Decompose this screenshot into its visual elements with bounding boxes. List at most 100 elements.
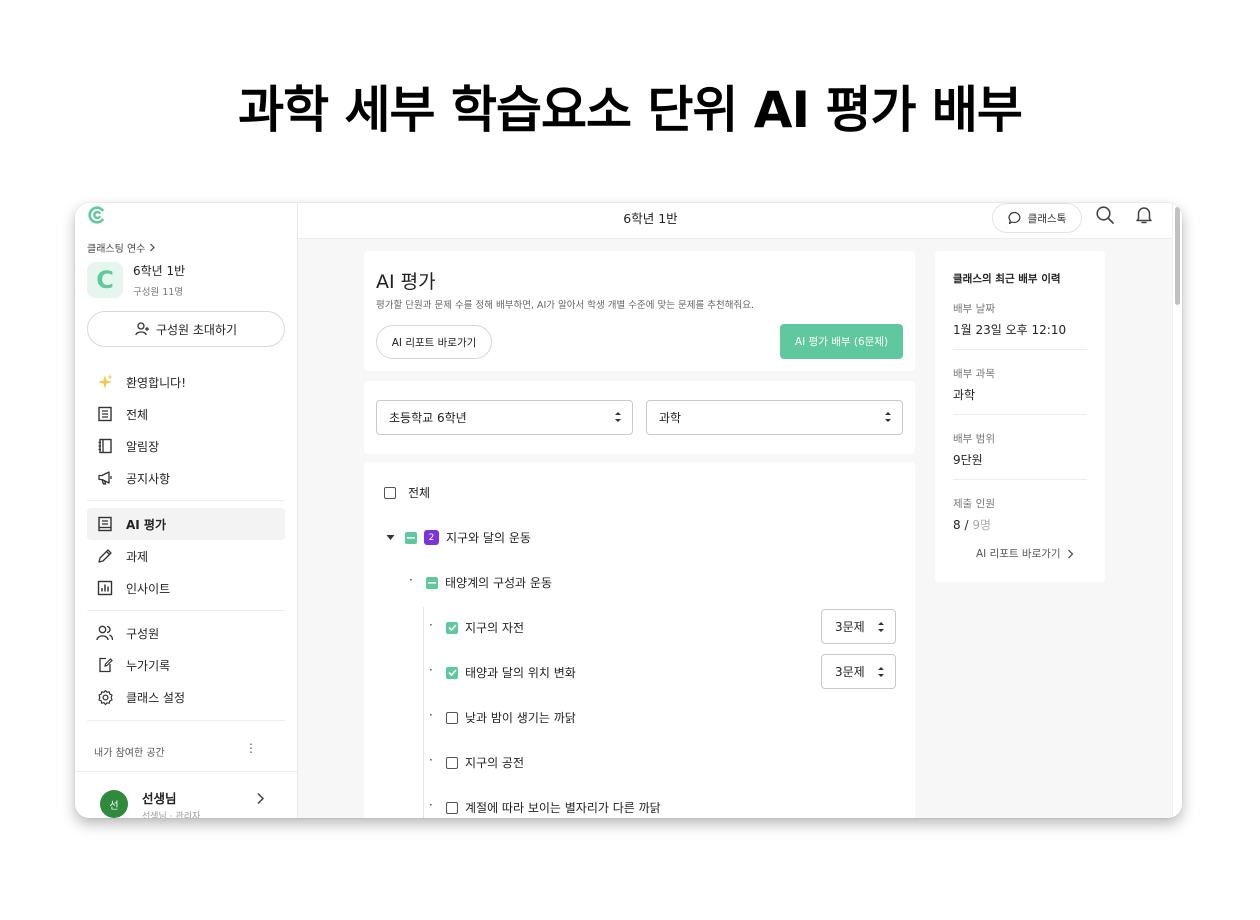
user-profile-row[interactable]: 선 선생님 선생님 · 관리자 (75, 771, 297, 818)
tree-bullet: · (429, 618, 433, 632)
recent-deploy-history-card: 클래스의 최근 배부 이력 배부 날짜 1월 23일 오후 12:10 배부 과… (935, 251, 1105, 582)
topbar: 6학년 1반 클래스톡 (298, 203, 1182, 239)
history-submit-label: 제출 인원 (953, 498, 995, 510)
history-date-label: 배부 날짜 (953, 303, 995, 315)
tree-row-unit[interactable]: 2 지구와 달의 운동 (386, 529, 531, 546)
tree-label: 전체 (408, 486, 431, 500)
sidebar-item-assignments[interactable]: 과제 (87, 540, 285, 572)
class-avatar: C (87, 262, 123, 298)
user-role: 선생님 · 관리자 (142, 812, 201, 818)
hero-title: 과학 세부 학습요소 단위 AI 평가 배부 (238, 81, 1023, 139)
deploy-assessment-button[interactable]: AI 평가 배부 (6문제) (780, 324, 903, 359)
checkbox-unchecked[interactable] (384, 486, 396, 499)
list-icon (96, 405, 114, 423)
invite-members-button[interactable]: 구성원 초대하기 (87, 311, 285, 347)
user-name: 선생님 (142, 791, 177, 806)
sidebar-divider (87, 610, 285, 611)
tree-row-element[interactable]: 낮과 밤이 생기는 까닭 (446, 709, 576, 726)
tree-bullet: · (429, 798, 433, 812)
tree-label: 지구의 자전 (465, 621, 525, 635)
history-report-link-label: AI 리포트 바로가기 (976, 548, 1061, 560)
sidebar-item-insights[interactable]: 인사이트 (87, 572, 285, 604)
checkbox-indeterminate[interactable] (426, 576, 438, 589)
filter-card: 초등학교 6학년 과학 (364, 381, 915, 454)
chevron-right-icon (257, 792, 265, 805)
checkbox-unchecked[interactable] (446, 711, 458, 724)
checkbox-unchecked[interactable] (446, 801, 458, 814)
megaphone-icon (96, 469, 114, 487)
checkbox-indeterminate[interactable] (405, 531, 417, 544)
grade-select-value: 초등학교 6학년 (389, 411, 467, 425)
breadcrumb[interactable]: 클래스팅 연수 (87, 240, 156, 255)
sort-arrows-icon (885, 412, 891, 422)
tree-row-element[interactable]: 태양과 달의 위치 변화 (446, 664, 576, 681)
ai-assessment-icon (96, 515, 114, 533)
sidebar-divider (87, 500, 285, 501)
invite-members-label: 구성원 초대하기 (155, 322, 238, 337)
quantity-value: 3문제 (835, 620, 865, 634)
sidebar-item-ai-assessment[interactable]: AI 평가 (87, 508, 285, 540)
class-name: 6학년 1반 (133, 264, 186, 278)
members-icon (96, 624, 114, 642)
quantity-select[interactable]: 3문제 (821, 654, 896, 689)
joined-spaces-label: 내가 참여한 공간 (94, 748, 165, 759)
quantity-select[interactable]: 3문제 (821, 609, 896, 644)
checkbox-checked[interactable] (446, 666, 458, 679)
ai-assessment-header-card: AI 평가 평가할 단원과 문제 수를 정해 배부하면, AI가 알아서 학생 … (364, 251, 915, 371)
caret-down-icon[interactable] (386, 533, 395, 542)
sidebar-item-label: 누가기록 (126, 658, 171, 673)
tree-row-element[interactable]: 지구의 자전 (446, 619, 524, 636)
class-talk-label: 클래스톡 (1027, 212, 1067, 225)
sidebar-item-class-settings[interactable]: 클래스 설정 (87, 681, 285, 713)
sidebar-item-label: 과제 (126, 549, 149, 564)
chevron-right-icon (1067, 549, 1073, 558)
avatar: 선 (100, 790, 128, 818)
bell-icon[interactable] (1134, 205, 1154, 225)
history-report-link[interactable]: AI 리포트 바로가기 (976, 546, 1074, 561)
sidebar-item-notice-board[interactable]: 알림장 (87, 430, 285, 462)
classting-logo-icon[interactable] (87, 205, 107, 225)
more-options-icon[interactable]: ⋮ (245, 741, 257, 755)
tree-row-subunit[interactable]: 태양계의 구성과 운동 (426, 574, 552, 591)
sidebar-item-all[interactable]: 전체 (87, 398, 285, 430)
grade-select[interactable]: 초등학교 6학년 (376, 400, 633, 435)
sidebar-item-welcome[interactable]: 환영합니다! (87, 366, 285, 398)
main-content: 6학년 1반 클래스톡 AI 평가 평가할 단원과 문제 수를 정해 배부하면,… (298, 203, 1182, 818)
class-card: C 6학년 1반 구성원 11명 (87, 262, 185, 298)
tree-bullet: · (409, 573, 413, 587)
sidebar-item-members[interactable]: 구성원 (87, 617, 285, 649)
sidebar-item-label: 인사이트 (126, 581, 171, 596)
app-window: 클래스팅 연수 C 6학년 1반 구성원 11명 구성원 초대하기 환영합니다!… (75, 203, 1182, 818)
sidebar-item-label: 알림장 (126, 439, 160, 454)
add-user-icon (135, 322, 149, 336)
sort-arrows-icon (878, 622, 884, 632)
tree-row-element[interactable]: 계절에 따라 보이는 별자리가 다른 까닭 (446, 799, 661, 816)
history-date-value: 1월 23일 오후 12:10 (953, 323, 1067, 337)
class-talk-button[interactable]: 클래스톡 (992, 203, 1082, 233)
search-icon[interactable] (1095, 205, 1115, 225)
chart-icon (96, 579, 114, 597)
tree-row-all[interactable]: 전체 (384, 484, 430, 501)
scrollbar-thumb[interactable] (1175, 207, 1180, 305)
history-range-value: 9단원 (953, 453, 983, 467)
subject-select[interactable]: 과학 (646, 400, 903, 435)
tree-row-element[interactable]: 지구의 공전 (446, 754, 524, 771)
checkbox-unchecked[interactable] (446, 756, 458, 769)
quantity-value: 3문제 (835, 665, 865, 679)
vertical-scrollbar[interactable] (1172, 203, 1182, 818)
sidebar-item-records[interactable]: 누가기록 (87, 649, 285, 681)
checkbox-checked[interactable] (446, 621, 458, 634)
sidebar-item-label: 구성원 (126, 626, 160, 641)
subject-select-value: 과학 (659, 411, 682, 425)
history-subject-value: 과학 (953, 388, 976, 402)
notebook-icon (96, 437, 114, 455)
breadcrumb-label: 클래스팅 연수 (87, 244, 146, 255)
history-divider (953, 349, 1087, 350)
ai-report-button[interactable]: AI 리포트 바로가기 (376, 325, 492, 359)
sort-arrows-icon (615, 412, 621, 422)
sidebar-item-announcements[interactable]: 공지사항 (87, 462, 285, 494)
pencil-icon (96, 547, 114, 565)
tree-guide-line (423, 607, 424, 818)
tree-label: 태양과 달의 위치 변화 (465, 666, 576, 680)
history-subject-label: 배부 과목 (953, 368, 995, 380)
